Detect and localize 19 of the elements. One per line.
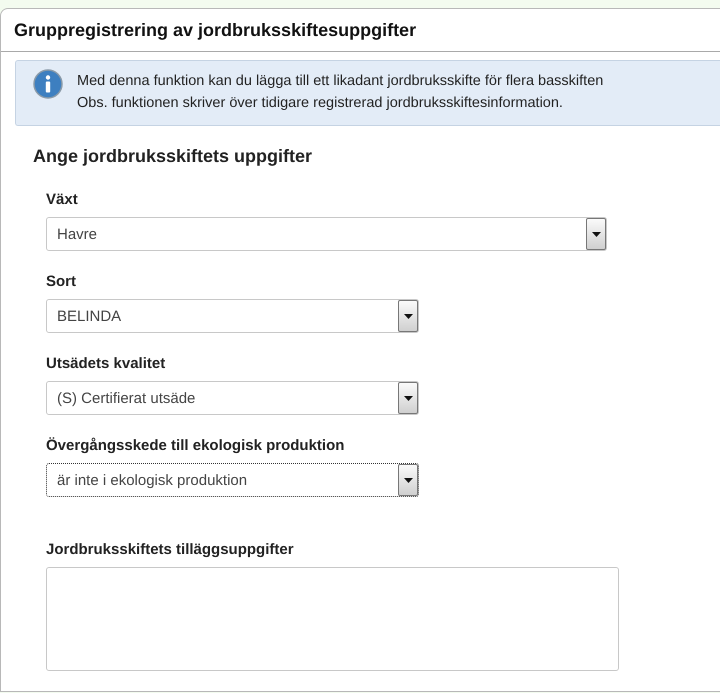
dropdown[interactable]: (S) Certifierat utsäde bbox=[46, 381, 419, 415]
caret-icon bbox=[404, 396, 412, 400]
text-area[interactable] bbox=[46, 567, 619, 671]
dropdown[interactable]: BELINDA bbox=[46, 299, 419, 333]
field-label: Övergångsskede till ekologisk produktion bbox=[46, 437, 346, 454]
caret-icon bbox=[404, 478, 412, 482]
dropdown[interactable]: Havre bbox=[46, 217, 607, 251]
caret-icon bbox=[404, 314, 412, 318]
section-title: Ange jordbruksskiftets uppgifter bbox=[33, 146, 314, 167]
caret-icon bbox=[592, 232, 600, 236]
field-label: Utsädets kvalitet bbox=[46, 355, 166, 372]
dropdown[interactable]: är inte i ekologisk produktion bbox=[46, 463, 419, 497]
panel-title: Gruppregistrering av jordbruksskiftesuppgifter bbox=[14, 20, 416, 40]
info-icon bbox=[33, 69, 63, 99]
field-label: Sort bbox=[46, 273, 77, 290]
field-label: Växt bbox=[46, 191, 79, 208]
info-text: Med denna funktion kan du lägga till ett likadant jordbruksskifte för flera basskiften bbox=[77, 72, 604, 91]
field-label: Jordbruksskiftets tilläggsuppgifter bbox=[46, 541, 295, 558]
info-text: Obs. funktionen skriver över tidigare registrerad jordbruksskiftesinformation. bbox=[77, 94, 564, 113]
